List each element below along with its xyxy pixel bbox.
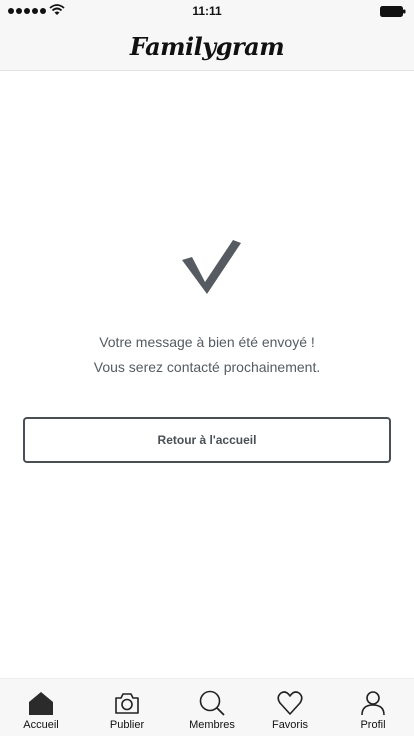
tab-label: Profil [360,719,386,731]
heart-icon [277,691,303,715]
tab-accueil[interactable]: Accueil [0,679,82,736]
return-home-button[interactable]: Retour à l'accueil [23,417,391,463]
home-icon [29,692,53,715]
status-bar: 11:11 [0,0,414,22]
checkmark-icon [182,240,241,294]
confirmation-subtext: Vous serez contacté prochainement. [93,359,321,375]
tab-label: Favoris [271,719,309,731]
battery-icon [380,6,406,17]
confirmation-message: Votre message à bien été envoyé ! [99,334,315,350]
user-icon [361,691,385,716]
status-time: 11:11 [192,4,222,18]
tab-label: Publier [109,719,145,731]
tab-label: Accueil [23,719,59,731]
tab-label: Membres [189,719,235,731]
tab-publier[interactable]: Publier [86,679,168,736]
bottom-tab-bar: Accueil Publier Membres Favoris Profil [0,678,414,736]
search-icon [199,690,225,716]
tab-membres[interactable]: Membres [171,679,253,736]
app-header: Familygram [0,22,414,71]
tab-profil[interactable]: Profil [332,679,414,736]
tab-favoris[interactable]: Favoris [249,679,331,736]
app-logo: Familygram [129,32,285,61]
camera-icon [115,693,139,714]
